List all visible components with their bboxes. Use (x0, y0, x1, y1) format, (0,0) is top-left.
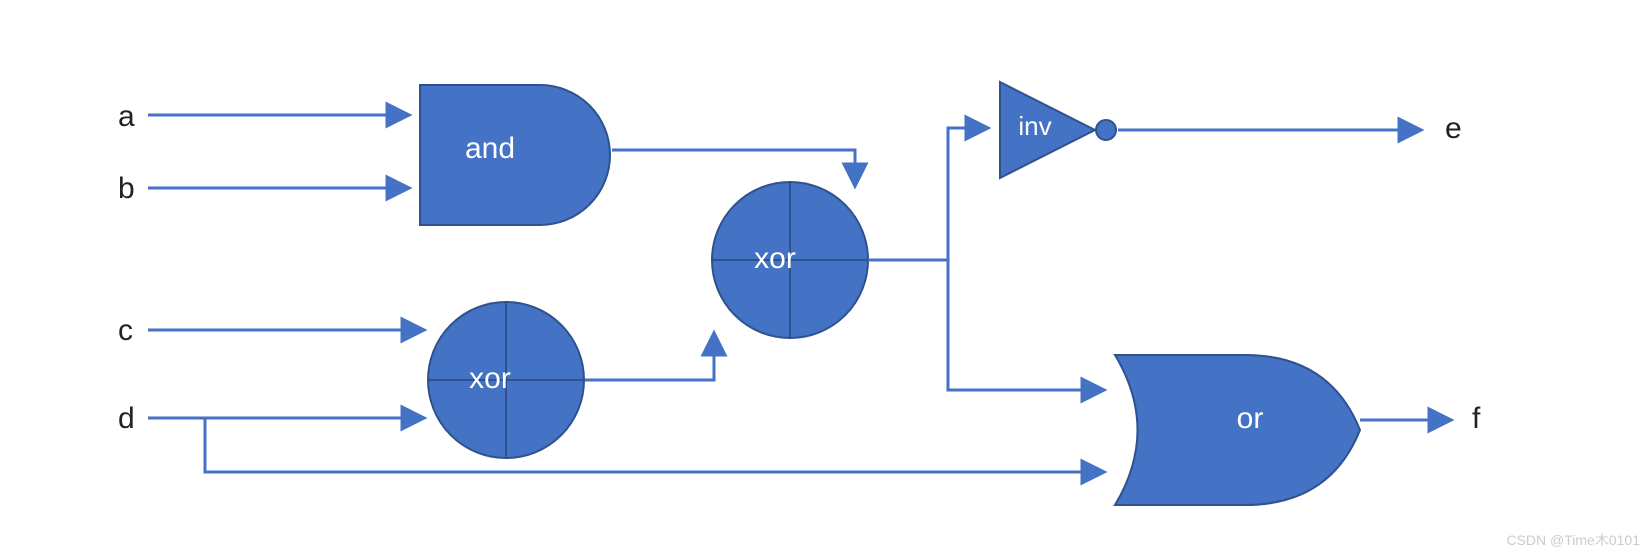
xor2-gate-label: xor (754, 242, 796, 275)
inv-gate: inv (1000, 82, 1116, 178)
xor1-gate: xor (428, 302, 584, 458)
and-gate-label: and (465, 132, 515, 165)
wire-xor1-xor2 (585, 334, 714, 380)
output-e-label: e (1445, 112, 1462, 145)
or-gate: or (1115, 355, 1360, 505)
xor1-gate-label: xor (469, 362, 511, 395)
watermark: CSDN @Time木0101 (1506, 532, 1640, 548)
and-gate: and (420, 85, 610, 225)
wire-d-or (205, 418, 1103, 472)
output-f-label: f (1472, 402, 1481, 435)
logic-diagram: a b c d e f and xor xor inv (0, 0, 1651, 554)
input-c-label: c (118, 314, 133, 347)
input-d-label: d (118, 402, 135, 435)
input-b-label: b (118, 172, 135, 205)
wire-xor2-or (948, 260, 1103, 390)
xor2-gate: xor (712, 182, 868, 338)
input-a-label: a (118, 100, 135, 133)
or-gate-label: or (1237, 402, 1264, 435)
inv-gate-label: inv (1018, 111, 1051, 141)
wire-xor2-inv (868, 128, 987, 260)
wire-and-xor2 (612, 150, 855, 185)
